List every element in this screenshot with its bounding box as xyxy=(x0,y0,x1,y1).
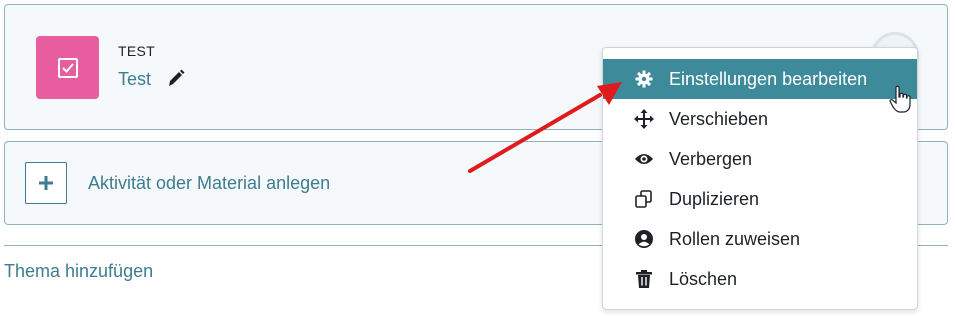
menu-item-label: Einstellungen bearbeiten xyxy=(669,68,868,89)
plus-icon[interactable] xyxy=(25,162,67,204)
menu-item-move[interactable]: Verschieben xyxy=(603,99,917,139)
user-circle-icon xyxy=(634,229,654,249)
eye-icon xyxy=(634,149,654,169)
move-icon xyxy=(634,109,654,129)
quiz-icon[interactable] xyxy=(36,36,99,99)
menu-item-hide[interactable]: Verbergen xyxy=(603,139,917,179)
menu-item-edit-settings[interactable]: Einstellungen bearbeiten xyxy=(603,59,917,99)
menu-item-label: Duplizieren xyxy=(669,188,760,209)
menu-item-assign-roles[interactable]: Rollen zuweisen xyxy=(603,219,917,259)
duplicate-icon xyxy=(634,189,654,209)
activity-type-label: TEST xyxy=(118,43,155,59)
pencil-icon[interactable] xyxy=(167,69,185,89)
hand-cursor-icon xyxy=(889,85,911,113)
menu-item-delete[interactable]: Löschen xyxy=(603,259,917,299)
activity-action-menu: Einstellungen bearbeiten Verschieben Ver… xyxy=(602,47,918,310)
menu-item-label: Verbergen xyxy=(669,148,753,169)
gear-icon xyxy=(634,69,654,89)
menu-item-label: Rollen zuweisen xyxy=(669,228,801,249)
menu-item-duplicate[interactable]: Duplizieren xyxy=(603,179,917,219)
menu-item-label: Verschieben xyxy=(669,108,769,129)
activity-name-link[interactable]: Test xyxy=(118,69,151,90)
add-section-link[interactable]: Thema hinzufügen xyxy=(4,261,153,282)
add-activity-label[interactable]: Aktivität oder Material anlegen xyxy=(88,173,330,194)
menu-item-label: Löschen xyxy=(669,268,738,289)
trash-icon xyxy=(634,269,654,289)
